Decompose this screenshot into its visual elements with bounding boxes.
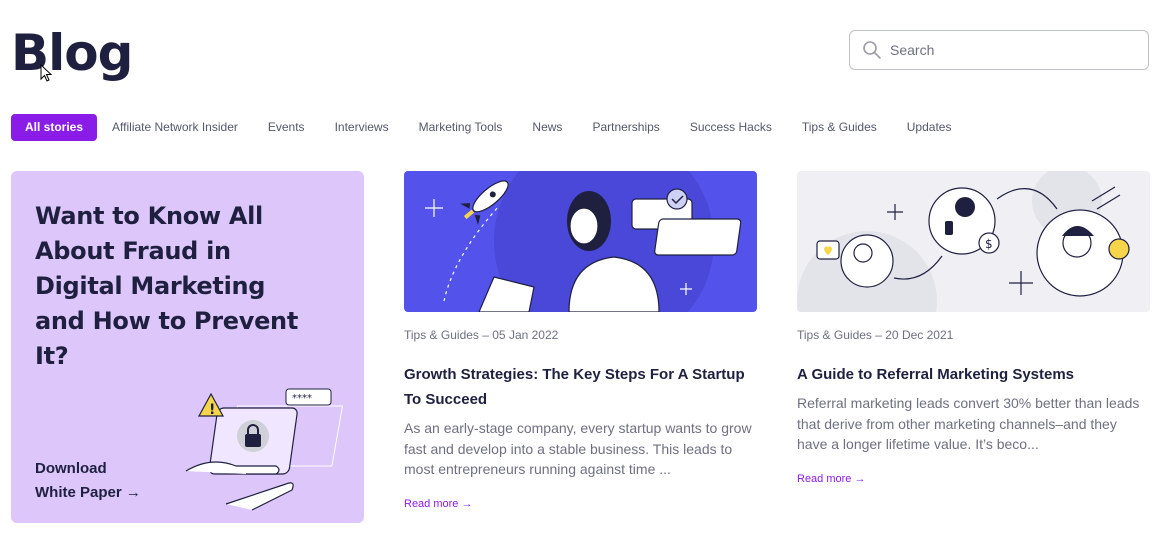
read-more-link[interactable]: Read more → — [797, 473, 865, 485]
search-input[interactable] — [890, 42, 1130, 58]
tab-updates[interactable]: Updates — [892, 114, 967, 141]
post-meta: Tips & Guides – 05 Jan 2022 — [404, 328, 559, 342]
read-more-link[interactable]: Read more → — [404, 498, 472, 510]
tab-success-hacks[interactable]: Success Hacks — [675, 114, 787, 141]
white-paper-promo-card[interactable]: Want to Know All About Fraud in Digital … — [11, 171, 364, 523]
search-box[interactable] — [849, 30, 1149, 70]
promo-cta-line1: Download — [35, 460, 107, 477]
download-white-paper-link[interactable]: Download White Paper → — [35, 457, 141, 505]
tab-news[interactable]: News — [517, 114, 577, 141]
tab-tips-guides[interactable]: Tips & Guides — [787, 114, 892, 141]
woman-laptop-rocket-illustration — [404, 171, 757, 312]
tab-all-stories[interactable]: All stories — [11, 114, 98, 141]
post-excerpt: Referral marketing leads convert 30% bet… — [797, 395, 1140, 452]
mouse-cursor-icon — [40, 64, 53, 82]
post-title[interactable]: Growth Strategies: The Key Steps For A S… — [404, 362, 757, 412]
page-title: Blog — [11, 24, 133, 82]
search-icon — [863, 41, 881, 59]
svg-text:!: ! — [209, 402, 215, 418]
post-meta: Tips & Guides – 20 Dec 2021 — [797, 328, 954, 342]
tab-events[interactable]: Events — [253, 114, 320, 141]
tab-interviews[interactable]: Interviews — [320, 114, 404, 141]
category-tabs: All stories Affiliate Network Insider Ev… — [11, 114, 966, 141]
post-title[interactable]: A Guide to Referral Marketing Systems — [797, 362, 1150, 387]
blog-post-card[interactable]: $ Tips & Guides – 20 Dec 2021 A Guide to… — [797, 171, 1150, 487]
tab-marketing-tools[interactable]: Marketing Tools — [404, 114, 518, 141]
tab-partnerships[interactable]: Partnerships — [577, 114, 674, 141]
fraud-security-illustration: ! **** — [185, 388, 344, 511]
promo-cta-line2: White Paper → — [35, 484, 141, 501]
tab-affiliate-network-insider[interactable]: Affiliate Network Insider — [97, 114, 253, 141]
svg-text:****: **** — [292, 393, 312, 404]
svg-text:$: $ — [985, 237, 993, 251]
blog-post-card[interactable]: Tips & Guides – 05 Jan 2022 Growth Strat… — [404, 171, 757, 512]
referral-people-illustration: $ — [797, 171, 1150, 312]
promo-title: Want to Know All About Fraud in Digital … — [35, 202, 299, 370]
post-excerpt: As an early-stage company, every startup… — [404, 420, 752, 477]
